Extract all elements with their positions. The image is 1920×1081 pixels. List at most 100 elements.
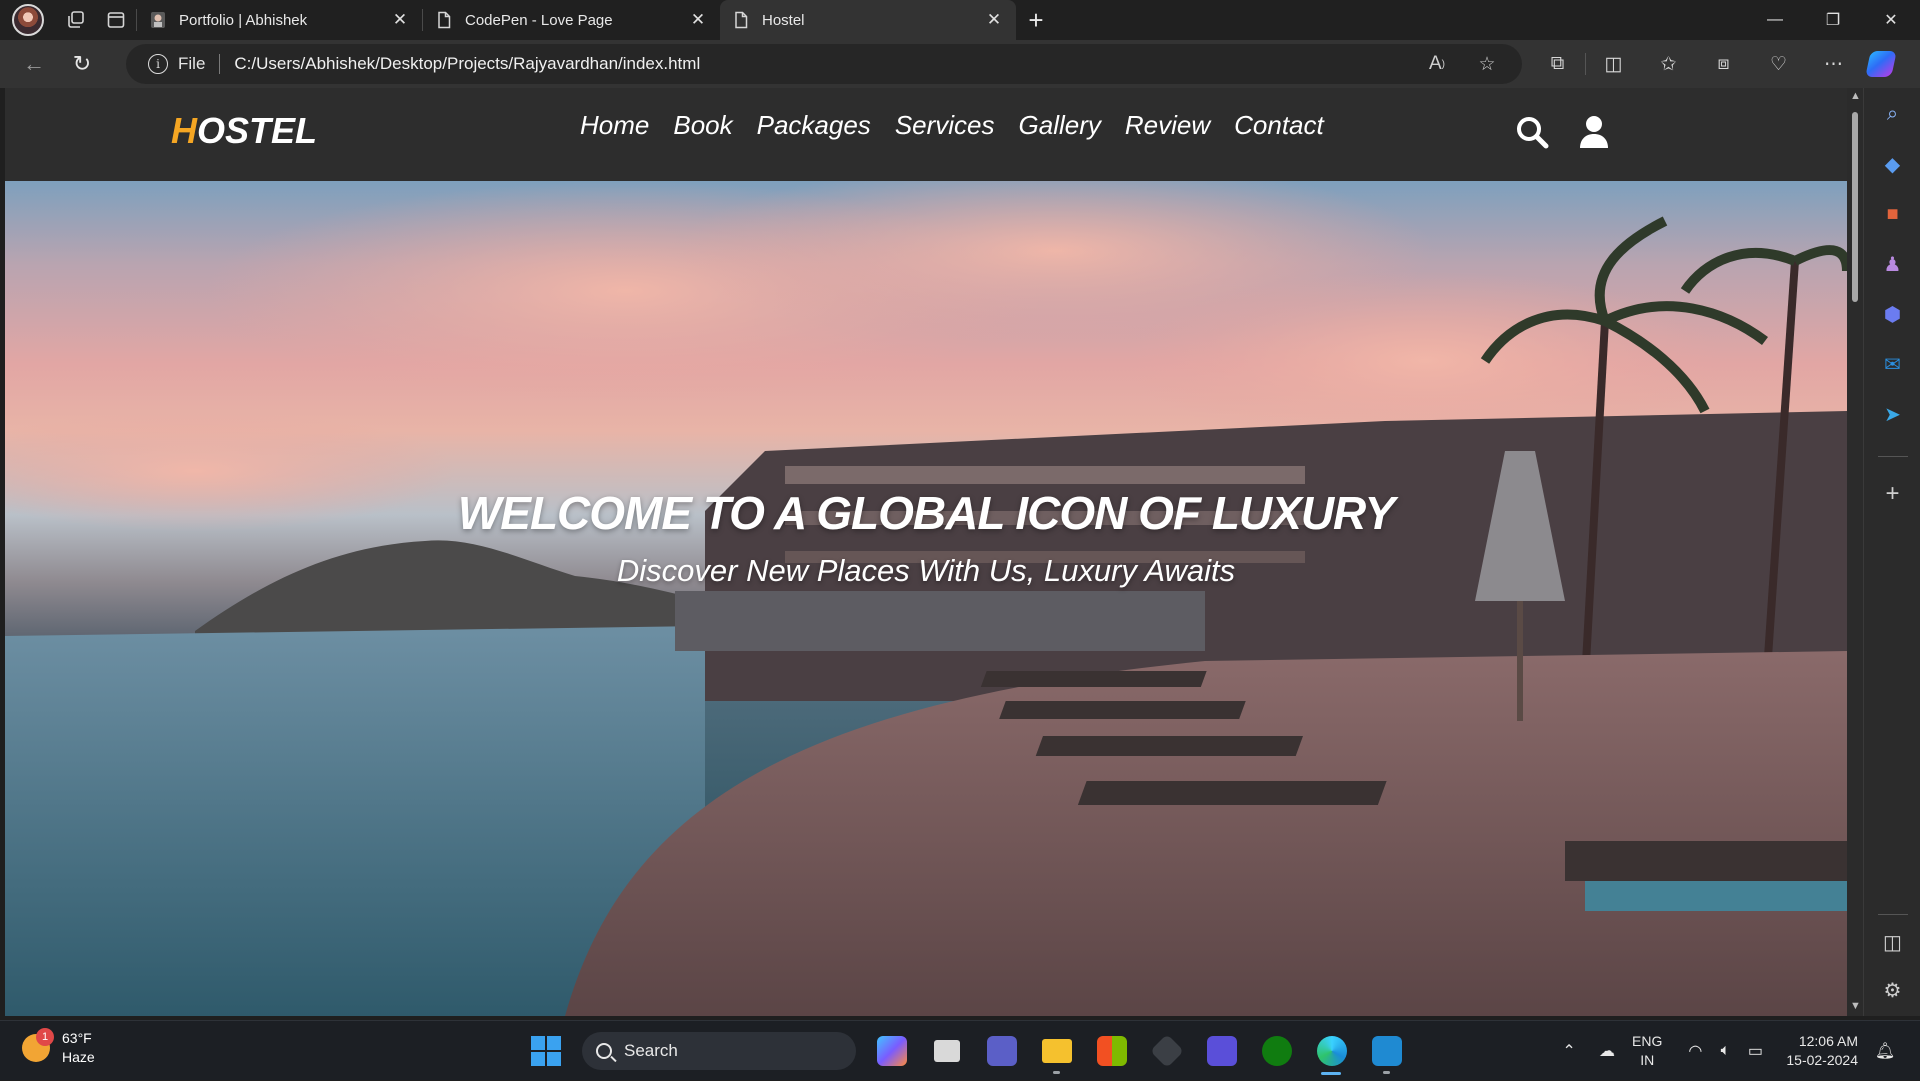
tab-portfolio[interactable]: Portfolio | Abhishek ✕ — [137, 0, 422, 40]
edge-browser-icon[interactable] — [1304, 1029, 1359, 1075]
url-text[interactable]: C:/Users/Abhishek/Desktop/Projects/Rajya… — [234, 54, 700, 74]
volume-icon[interactable]: 🔈︎ — [1710, 1042, 1740, 1060]
browser-essentials-icon[interactable]: ♡ — [1751, 40, 1806, 88]
workspaces-icon[interactable] — [56, 0, 96, 40]
nav-review[interactable]: Review — [1125, 110, 1210, 141]
close-tab-icon[interactable]: ✕ — [388, 8, 412, 32]
sidebar-settings-icon[interactable]: ⚙ — [1864, 970, 1920, 1010]
tools-icon[interactable]: ■ — [1864, 194, 1920, 234]
nav-home[interactable]: Home — [580, 110, 649, 141]
minimize-icon[interactable]: — — [1746, 0, 1804, 40]
sidebar-divider — [1878, 914, 1908, 915]
close-tab-icon[interactable]: ✕ — [686, 8, 710, 32]
weather-temp: 63°F — [62, 1030, 92, 1046]
games-icon[interactable]: ♟ — [1864, 244, 1920, 284]
weather-widget[interactable]: 1 63°F Haze — [22, 1028, 95, 1067]
tab-actions-icon[interactable] — [96, 0, 136, 40]
microsoft-store-icon[interactable] — [1084, 1029, 1139, 1073]
header-icons — [1515, 115, 1611, 149]
system-tray: ⌃ ☁ ENG IN ◠ 🔈︎ ▭ 12:06 AM 15-02-2024 🔔︎ — [1554, 1021, 1900, 1081]
nav-book[interactable]: Book — [673, 110, 732, 141]
search-icon[interactable] — [1515, 115, 1549, 149]
new-tab-button[interactable]: + — [1016, 0, 1056, 40]
search-placeholder: Search — [624, 1041, 678, 1060]
language-indicator[interactable]: ENG IN — [1632, 1032, 1662, 1070]
page-scrollbar[interactable]: ▲ ▼ — [1847, 88, 1863, 1016]
tab-title: CodePen - Love Page — [465, 11, 613, 29]
task-view-icon[interactable] — [919, 1029, 974, 1073]
tab-title: Hostel — [762, 11, 805, 29]
read-aloud-icon[interactable]: A) — [1412, 53, 1462, 75]
split-screen-icon[interactable]: ◫ — [1586, 40, 1641, 88]
wifi-icon[interactable]: ◠ — [1680, 1041, 1710, 1061]
weather-haze-icon: 1 — [22, 1028, 54, 1062]
hero-background-image — [5, 181, 1847, 1016]
unity-hub-icon[interactable] — [1139, 1029, 1194, 1073]
notifications-bell-icon[interactable]: 🔔︎ — [1870, 1041, 1900, 1061]
scheme-label: File — [178, 54, 206, 73]
outlook-icon[interactable]: ✉ — [1864, 344, 1920, 384]
file-explorer-icon[interactable] — [1029, 1029, 1084, 1074]
nav-contact[interactable]: Contact — [1234, 110, 1324, 141]
back-arrow-icon[interactable]: ← — [10, 44, 58, 84]
shopping-tag-icon[interactable]: ◆ — [1864, 144, 1920, 184]
close-window-icon[interactable]: ✕ — [1862, 0, 1920, 40]
close-tab-icon[interactable]: ✕ — [982, 8, 1006, 32]
copilot-icon[interactable] — [1861, 40, 1901, 88]
user-icon[interactable] — [1577, 115, 1611, 149]
onedrive-cloud-icon[interactable]: ☁ — [1592, 1041, 1622, 1061]
hero-title: WELCOME TO A GLOBAL ICON OF LUXURY — [457, 487, 1395, 539]
start-windows-icon[interactable] — [524, 1029, 568, 1073]
page-favicon-icon — [435, 11, 453, 29]
more-menu-icon[interactable]: ⋯ — [1806, 40, 1861, 88]
nav-gallery[interactable]: Gallery — [1019, 110, 1101, 141]
clock-time: 12:06 AM — [1798, 1033, 1858, 1049]
add-sidebar-app-icon[interactable]: + — [1864, 474, 1920, 514]
url-divider — [219, 54, 221, 74]
profile-avatar[interactable] — [12, 4, 44, 36]
visual-studio-icon[interactable] — [1194, 1029, 1249, 1073]
drop-icon[interactable]: ➤ — [1864, 394, 1920, 434]
microsoft365-icon[interactable]: ⬢ — [1864, 294, 1920, 334]
tab-codepen[interactable]: CodePen - Love Page ✕ — [423, 0, 720, 40]
collections-icon[interactable]: ⧈ — [1696, 40, 1751, 88]
address-bar[interactable]: i File C:/Users/Abhishek/Desktop/Project… — [126, 44, 1522, 84]
tab-title: Portfolio | Abhishek — [179, 11, 308, 29]
hide-sidebar-icon[interactable]: ◫ — [1864, 922, 1920, 962]
tab-hostel[interactable]: Hostel ✕ — [720, 0, 1016, 40]
battery-icon[interactable]: ▭ — [1740, 1041, 1770, 1061]
teams-icon[interactable] — [974, 1029, 1029, 1073]
toolbar-actions: ⧉ ◫ ✩ ⧈ ♡ ⋯ — [1530, 40, 1901, 88]
favorite-star-icon[interactable]: ☆ — [1462, 53, 1512, 76]
taskbar-search[interactable]: Search — [582, 1032, 856, 1070]
site-header: HOSTEL Home Book Packages Services Galle… — [5, 88, 1847, 181]
windows-taskbar: 1 63°F Haze Search ⌃ ☁ ENG IN ◠ 🔈︎ ▭ 12:… — [0, 1020, 1920, 1080]
scrollbar-thumb[interactable] — [1852, 112, 1858, 302]
info-icon[interactable]: i — [148, 54, 168, 74]
xbox-icon[interactable] — [1249, 1029, 1304, 1073]
edge-sidebar: ⌕ ◆ ■ ♟ ⬢ ✉ ➤ + ◫ ⚙ — [1863, 88, 1920, 1016]
copilot-taskbar-icon[interactable] — [864, 1029, 919, 1073]
sidebar-divider — [1878, 456, 1908, 457]
browser-toolbar: ← ↻ i File C:/Users/Abhishek/Desktop/Pro… — [0, 40, 1920, 88]
lang-code: ENG — [1632, 1033, 1663, 1049]
site-logo[interactable]: HOSTEL — [171, 110, 317, 152]
show-hidden-icons-chevron-icon[interactable]: ⌃ — [1554, 1041, 1584, 1061]
nav-services[interactable]: Services — [895, 110, 995, 141]
sidebar-search-icon[interactable]: ⌕ — [1864, 94, 1920, 134]
site-nav: Home Book Packages Services Gallery Revi… — [580, 110, 1324, 141]
taskbar-apps: Search — [524, 1029, 1414, 1075]
logo-accent: H — [171, 110, 197, 151]
scroll-down-icon[interactable]: ▼ — [1850, 1000, 1861, 1014]
restore-icon[interactable]: ❐ — [1804, 0, 1862, 40]
clock[interactable]: 12:06 AM 15-02-2024 — [1786, 1032, 1858, 1070]
refresh-icon[interactable]: ↻ — [58, 44, 106, 84]
extensions-icon[interactable]: ⧉ — [1530, 40, 1585, 88]
favorites-icon[interactable]: ✩ — [1641, 40, 1696, 88]
weather-desc: Haze — [62, 1049, 95, 1065]
scroll-up-icon[interactable]: ▲ — [1850, 90, 1861, 104]
nav-packages[interactable]: Packages — [757, 110, 871, 141]
vscode-icon[interactable] — [1359, 1029, 1414, 1074]
hero-section: WELCOME TO A GLOBAL ICON OF LUXURY Disco… — [5, 181, 1847, 1016]
page-viewport: HOSTEL Home Book Packages Services Galle… — [5, 88, 1847, 1016]
